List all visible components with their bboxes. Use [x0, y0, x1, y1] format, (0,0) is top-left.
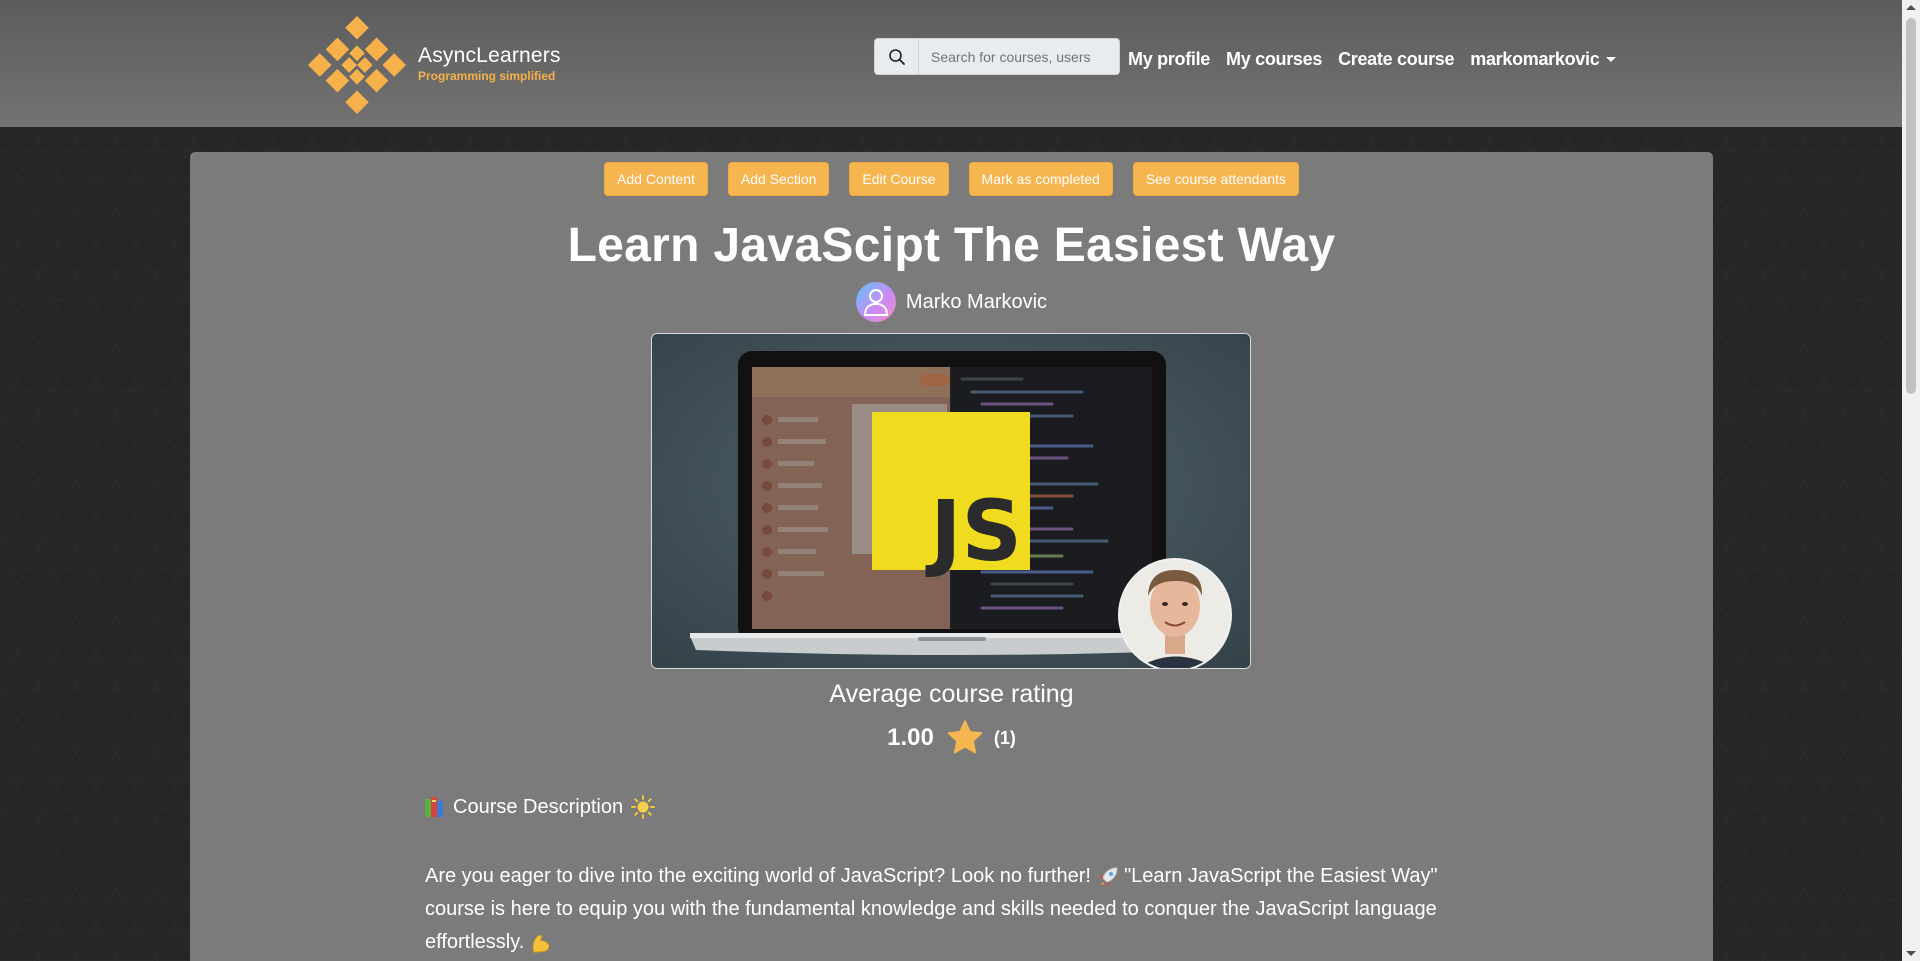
description-text-1: Are you eager to dive into the exciting …: [425, 865, 1091, 887]
description-heading: Course Description: [425, 795, 656, 819]
books-emoji-icon: [425, 797, 443, 817]
course-card: Add Content Add Section Edit Course Mark…: [190, 152, 1713, 961]
rating-value: 1.00: [887, 724, 934, 751]
star-icon[interactable]: [946, 720, 984, 756]
search-icon: [888, 48, 905, 65]
course-description: Are you eager to dive into the exciting …: [425, 860, 1475, 959]
scroll-down-arrow-icon[interactable]: [1906, 951, 1916, 956]
course-author[interactable]: Marko Markovic: [190, 282, 1713, 322]
rating-label: Average course rating: [829, 680, 1074, 708]
rating-count: (1): [993, 727, 1016, 748]
user-menu-label: markomarkovic: [1470, 49, 1600, 69]
add-content-button[interactable]: Add Content: [604, 162, 708, 196]
user-menu-dropdown[interactable]: markomarkovic: [1470, 49, 1617, 70]
brand-name: AsyncLearners: [418, 43, 561, 67]
flexed-biceps-emoji-icon: [532, 934, 550, 953]
add-section-button[interactable]: Add Section: [727, 162, 830, 196]
course-rating: 1.00 (1): [190, 720, 1713, 756]
see-attendants-button[interactable]: See course attendants: [1132, 162, 1299, 196]
search-input[interactable]: [919, 39, 1119, 74]
asynclearners-logo-icon: [308, 16, 406, 114]
scroll-up-arrow-icon[interactable]: [1906, 5, 1916, 10]
rocket-emoji-icon: [1098, 867, 1118, 886]
page-scrollbar[interactable]: [1902, 0, 1920, 961]
course-actions: Add Content Add Section Edit Course Mark…: [190, 162, 1713, 196]
description-heading-text: Course Description: [453, 795, 624, 818]
search-bar: [874, 38, 1120, 75]
course-thumbnail: JS: [651, 333, 1251, 669]
brand-tagline: Programming simplified: [418, 68, 556, 83]
author-avatar: [855, 282, 896, 322]
nav-links: My profile My courses Create course mark…: [1128, 49, 1632, 70]
brand[interactable]: AsyncLearners Programming simplified: [308, 16, 561, 114]
user-icon: [863, 289, 888, 316]
mark-completed-button[interactable]: Mark as completed: [968, 162, 1113, 196]
sun-emoji-icon: [631, 795, 656, 819]
nav-my-profile[interactable]: My profile: [1128, 49, 1210, 70]
course-title: Learn JavaScipt The Easiest Way: [567, 219, 1336, 272]
author-name: Marko Markovic: [905, 290, 1048, 313]
nav-create-course[interactable]: Create course: [1338, 49, 1454, 70]
edit-course-button[interactable]: Edit Course: [849, 162, 949, 196]
scrollbar-thumb[interactable]: [1906, 18, 1916, 394]
caret-down-icon: [1606, 57, 1617, 62]
js-logo-text: JS: [925, 482, 1022, 580]
search-button[interactable]: [875, 39, 919, 74]
nav-my-courses[interactable]: My courses: [1226, 49, 1322, 70]
navbar: AsyncLearners Programming simplified My …: [0, 0, 1902, 127]
